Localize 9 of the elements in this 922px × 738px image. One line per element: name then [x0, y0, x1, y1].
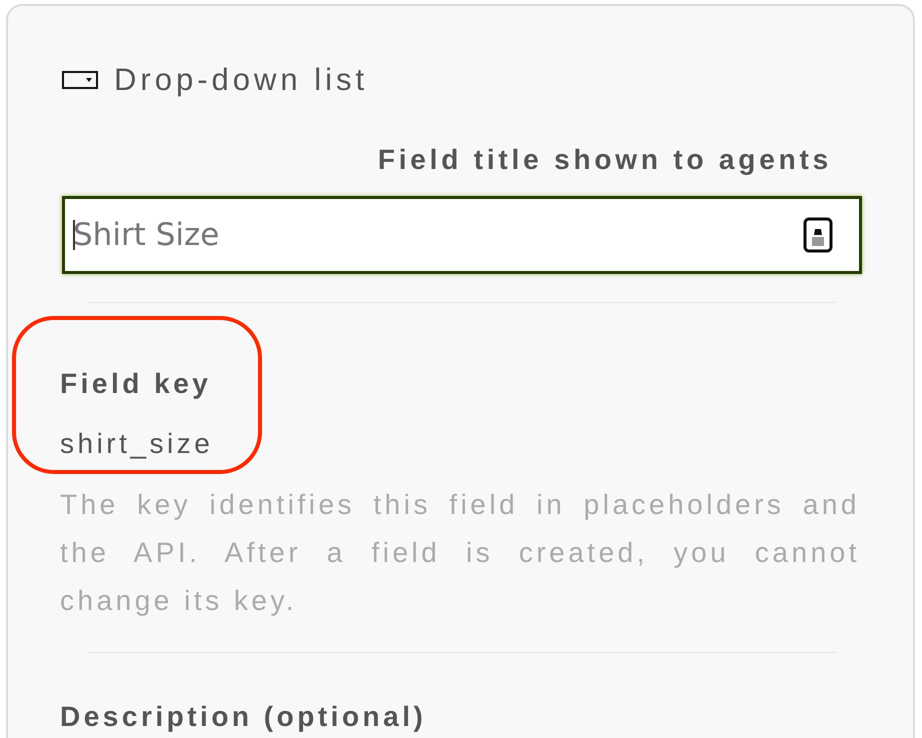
field-key-label: Field key — [60, 367, 212, 401]
description-label: Description (optional) — [60, 700, 426, 734]
field-key-value: shirt_size — [60, 427, 214, 461]
card-icon[interactable] — [803, 217, 833, 253]
field-title-label: Field title shown to agents — [378, 143, 832, 177]
title-input[interactable]: Shirt Size — [62, 196, 862, 274]
field-key-help-text: The key identifies this field in placeholders and the API. After a field is created, you cannot change its key. — [60, 488, 860, 618]
dropdown-icon — [62, 71, 98, 89]
field-type-label: Drop-down list — [114, 62, 368, 98]
